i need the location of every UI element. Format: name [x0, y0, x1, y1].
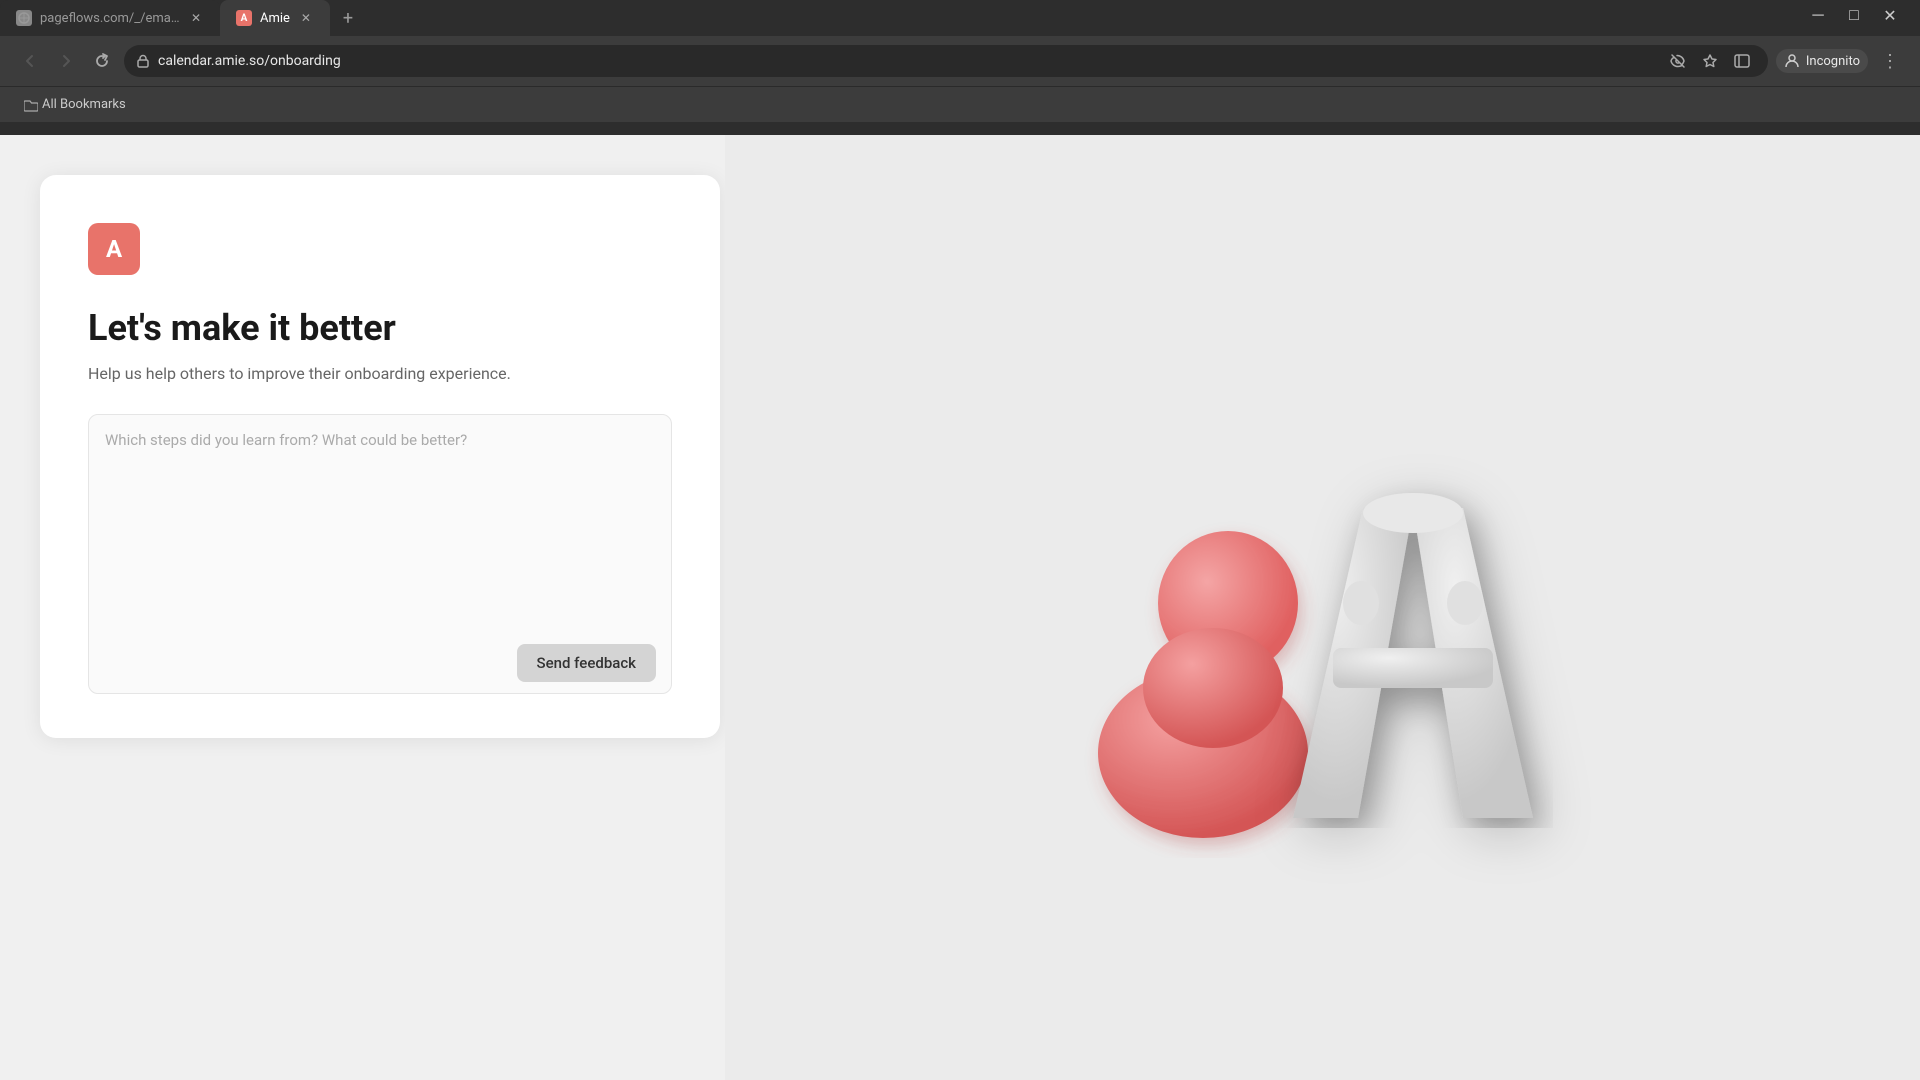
- app-logo: A: [88, 223, 140, 275]
- forward-button[interactable]: [52, 47, 80, 75]
- bookmarks-bar: All Bookmarks: [0, 86, 1920, 122]
- tab-favicon-amie: A: [236, 10, 252, 26]
- feedback-card: A Let's make it better Help us help othe…: [40, 175, 720, 738]
- address-text: calendar.amie.so/onboarding: [158, 53, 341, 69]
- new-tab-button[interactable]: +: [334, 4, 362, 32]
- profile-button[interactable]: Incognito: [1776, 49, 1868, 73]
- tab-amie[interactable]: A Amie ✕: [220, 0, 330, 36]
- textarea-container: Send feedback: [88, 414, 672, 698]
- tab-close-amie[interactable]: ✕: [298, 10, 314, 26]
- star-icon[interactable]: [1696, 47, 1724, 75]
- tab-close-pageflows[interactable]: ✕: [188, 10, 204, 26]
- logo-letter: A: [106, 235, 122, 263]
- incognito-icon: [1784, 53, 1800, 69]
- lock-icon: [136, 54, 150, 68]
- back-button[interactable]: [16, 47, 44, 75]
- address-bar-row: calendar.amie.so/onboarding Incognito ⋮: [0, 36, 1920, 86]
- address-actions: [1664, 47, 1756, 75]
- tab-label-pageflows: pageflows.com/_/emails/_/7fb...: [40, 11, 180, 26]
- page-content: A Let's make it better Help us help othe…: [0, 135, 1920, 1080]
- browser-chrome: pageflows.com/_/emails/_/7fb... ✕ A Amie…: [0, 0, 1920, 135]
- tab-pageflows[interactable]: pageflows.com/_/emails/_/7fb... ✕: [0, 0, 220, 36]
- sidebar-icon[interactable]: [1728, 47, 1756, 75]
- left-panel: A Let's make it better Help us help othe…: [0, 135, 725, 1080]
- letter-a-figure: [1273, 448, 1553, 828]
- send-feedback-button[interactable]: Send feedback: [517, 644, 656, 682]
- profile-label: Incognito: [1806, 54, 1860, 69]
- folder-icon: [24, 98, 38, 112]
- page-title: Let's make it better: [88, 307, 672, 350]
- all-bookmarks-folder[interactable]: All Bookmarks: [16, 93, 134, 116]
- illustration: [1073, 358, 1573, 858]
- more-options-button[interactable]: ⋮: [1876, 47, 1904, 75]
- close-window-button[interactable]: ✕: [1876, 1, 1904, 29]
- bookmarks-label: All Bookmarks: [42, 97, 126, 112]
- right-panel: [725, 135, 1920, 1080]
- page-subtitle: Help us help others to improve their onb…: [88, 362, 672, 386]
- maximize-button[interactable]: □: [1840, 1, 1868, 29]
- tab-favicon-pageflows: [16, 10, 32, 26]
- address-bar[interactable]: calendar.amie.so/onboarding: [124, 45, 1768, 77]
- refresh-button[interactable]: [88, 47, 116, 75]
- window-controls: ─ □ ✕: [1804, 1, 1920, 35]
- minimize-button[interactable]: ─: [1804, 1, 1832, 29]
- tab-label-amie: Amie: [260, 11, 290, 26]
- tab-bar: pageflows.com/_/emails/_/7fb... ✕ A Amie…: [0, 0, 1920, 36]
- eye-slash-icon[interactable]: [1664, 47, 1692, 75]
